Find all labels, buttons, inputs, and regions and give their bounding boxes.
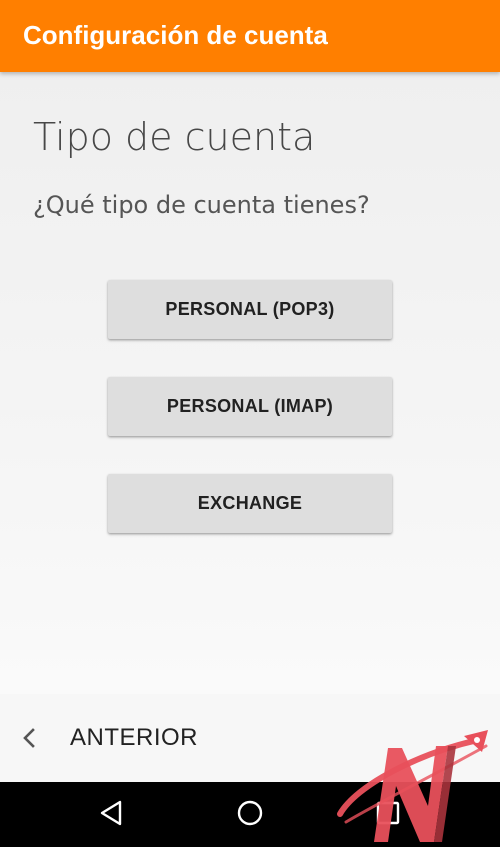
app-bar-title: Configuración de cuenta: [23, 20, 328, 50]
personal-imap-button[interactable]: PERSONAL (IMAP): [108, 377, 392, 436]
recents-square-icon: [375, 800, 401, 830]
previous-label: ANTERIOR: [70, 724, 199, 751]
exchange-button[interactable]: EXCHANGE: [108, 474, 392, 533]
page-heading: Tipo de cuenta: [33, 115, 316, 159]
app-bar: Configuración de cuenta: [0, 0, 500, 72]
back-triangle-icon: [98, 799, 124, 831]
system-back-button[interactable]: [92, 796, 130, 834]
previous-button[interactable]: ANTERIOR: [22, 716, 198, 760]
personal-pop3-button[interactable]: PERSONAL (POP3): [108, 280, 392, 339]
system-home-button[interactable]: [231, 796, 269, 834]
system-recents-button[interactable]: [369, 796, 407, 834]
home-circle-icon: [236, 799, 264, 831]
account-type-question: ¿Qué tipo de cuenta tienes?: [33, 191, 370, 219]
content-area: Tipo de cuenta ¿Qué tipo de cuenta tiene…: [0, 72, 500, 694]
bottom-navigation-bar: ANTERIOR: [0, 694, 500, 782]
chevron-left-icon: [22, 727, 36, 749]
system-navigation-bar: [0, 782, 500, 847]
